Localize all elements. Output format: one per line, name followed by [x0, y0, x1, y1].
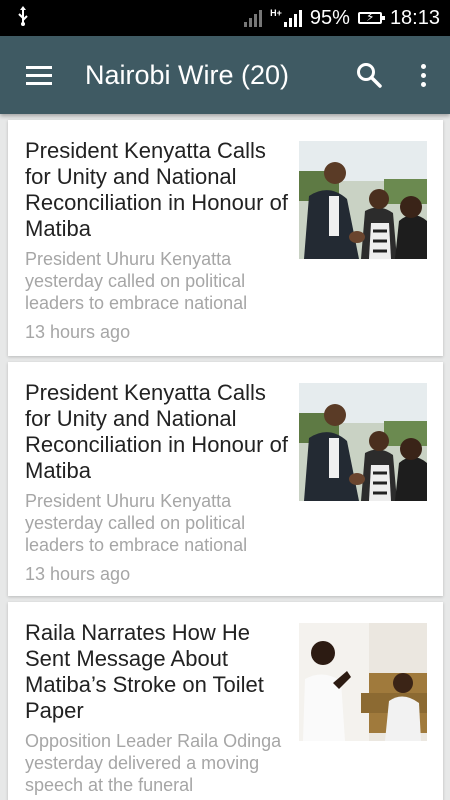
- app-bar: Nairobi Wire (20): [0, 36, 450, 114]
- hamburger-menu-icon: [26, 65, 52, 85]
- article-title[interactable]: Raila Narrates How He Sent Message About…: [25, 620, 290, 724]
- battery-percent: 95%: [309, 6, 350, 29]
- battery-charging-icon: ⚡: [357, 10, 385, 24]
- article-time: 13 hours ago: [25, 322, 131, 342]
- signal-icon-sim2: [283, 9, 302, 27]
- article-card[interactable]: President Kenyatta Calls for Unity and N…: [8, 362, 443, 596]
- status-bar: H+ 95% ⚡ 18:13: [0, 0, 450, 36]
- search-icon: [357, 63, 382, 88]
- article-summary: Opposition Leader Raila Odinga yesterday…: [25, 731, 282, 795]
- clock: 18:13: [389, 6, 440, 29]
- article-thumbnail[interactable]: [299, 623, 427, 741]
- article-text: Raila Narrates How He Sent Message About…: [25, 620, 290, 796]
- article-text: President Kenyatta Calls for Unity and N…: [25, 138, 290, 343]
- article-summary: President Uhuru Kenyatta yesterday calle…: [25, 491, 248, 555]
- article-card[interactable]: Raila Narrates How He Sent Message About…: [8, 602, 443, 800]
- signal-icon-sim1: [244, 9, 263, 27]
- article-text: President Kenyatta Calls for Unity and N…: [25, 380, 290, 585]
- usb-icon: [16, 5, 30, 31]
- article-card[interactable]: President Kenyatta Calls for Unity and N…: [8, 120, 443, 356]
- network-type: H+: [270, 8, 282, 18]
- search-button[interactable]: [342, 36, 396, 114]
- article-title[interactable]: President Kenyatta Calls for Unity and N…: [25, 138, 290, 242]
- overflow-menu-icon: [420, 63, 426, 87]
- overflow-menu-button[interactable]: [396, 36, 450, 114]
- app-title: Nairobi Wire (20): [85, 59, 290, 90]
- menu-button[interactable]: [0, 36, 78, 114]
- article-feed[interactable]: President Kenyatta Calls for Unity and N…: [0, 118, 450, 800]
- article-title[interactable]: President Kenyatta Calls for Unity and N…: [25, 380, 290, 484]
- article-thumbnail[interactable]: [299, 383, 427, 501]
- status-indicators: H+ 95% ⚡ 18:13: [244, 7, 440, 30]
- article-summary: President Uhuru Kenyatta yesterday calle…: [25, 249, 248, 313]
- article-thumbnail[interactable]: [299, 141, 427, 259]
- article-time: 13 hours ago: [25, 564, 131, 584]
